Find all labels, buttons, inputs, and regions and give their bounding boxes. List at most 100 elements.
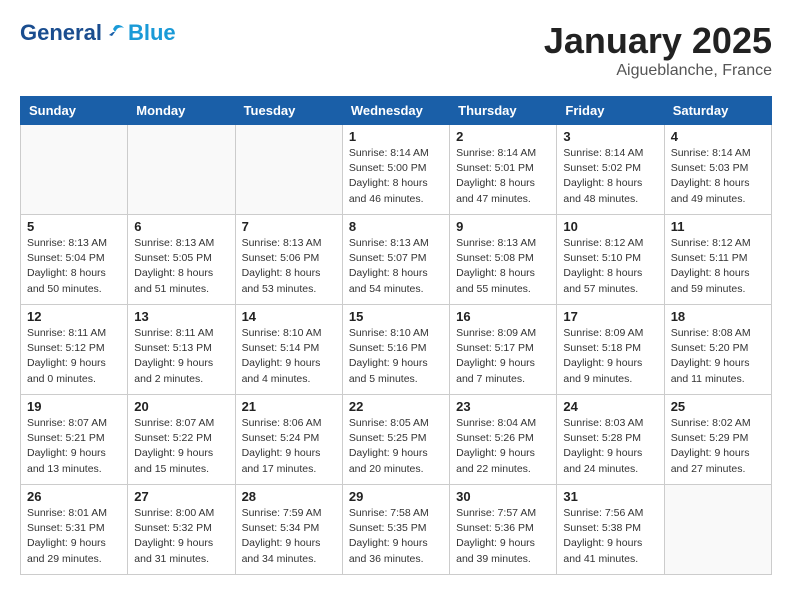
calendar-day-cell: 1 Sunrise: 8:14 AM Sunset: 5:00 PM Daylig… bbox=[342, 125, 449, 215]
logo-general: General bbox=[20, 20, 102, 46]
day-number: 20 bbox=[134, 399, 228, 414]
day-number: 29 bbox=[349, 489, 443, 504]
weekday-header: Friday bbox=[557, 97, 664, 125]
calendar-day-cell: 24 Sunrise: 8:03 AM Sunset: 5:28 PM Dayli… bbox=[557, 395, 664, 485]
calendar-day-cell: 7 Sunrise: 8:13 AM Sunset: 5:06 PM Daylig… bbox=[235, 215, 342, 305]
page-header: General Blue January 2025 Aigueblanche, … bbox=[20, 20, 772, 80]
calendar-day-cell: 26 Sunrise: 8:01 AM Sunset: 5:31 PM Dayli… bbox=[21, 485, 128, 575]
calendar-day-cell: 13 Sunrise: 8:11 AM Sunset: 5:13 PM Dayli… bbox=[128, 305, 235, 395]
calendar-day-cell: 15Sunrise: 8:10 AM Sunset: 5:16 PM Dayli… bbox=[342, 305, 449, 395]
day-info: Sunrise: 8:05 AM Sunset: 5:25 PM Dayligh… bbox=[349, 416, 443, 477]
day-number: 1 bbox=[349, 129, 443, 144]
calendar-day-cell: 30 Sunrise: 7:57 AM Sunset: 5:36 PM Dayli… bbox=[450, 485, 557, 575]
calendar-header-row: SundayMondayTuesdayWednesdayThursdayFrid… bbox=[21, 97, 772, 125]
weekday-header: Thursday bbox=[450, 97, 557, 125]
calendar-day-cell: 17Sunrise: 8:09 AM Sunset: 5:18 PM Dayli… bbox=[557, 305, 664, 395]
calendar-day-cell bbox=[235, 125, 342, 215]
calendar-week-row: 19Sunrise: 8:07 AM Sunset: 5:21 PM Dayli… bbox=[21, 395, 772, 485]
calendar-day-cell: 3Sunrise: 8:14 AM Sunset: 5:02 PM Daylig… bbox=[557, 125, 664, 215]
weekday-header: Monday bbox=[128, 97, 235, 125]
day-number: 18 bbox=[671, 309, 765, 324]
day-info: Sunrise: 8:04 AM Sunset: 5:26 PM Dayligh… bbox=[456, 416, 550, 477]
day-info: Sunrise: 8:12 AM Sunset: 5:10 PM Dayligh… bbox=[563, 236, 657, 297]
calendar-day-cell: 19Sunrise: 8:07 AM Sunset: 5:21 PM Dayli… bbox=[21, 395, 128, 485]
day-info: Sunrise: 8:10 AM Sunset: 5:16 PM Dayligh… bbox=[349, 326, 443, 387]
calendar-table: SundayMondayTuesdayWednesdayThursdayFrid… bbox=[20, 96, 772, 575]
day-info: Sunrise: 8:12 AM Sunset: 5:11 PM Dayligh… bbox=[671, 236, 765, 297]
day-info: Sunrise: 8:00 AM Sunset: 5:32 PM Dayligh… bbox=[134, 506, 228, 567]
day-info: Sunrise: 8:09 AM Sunset: 5:17 PM Dayligh… bbox=[456, 326, 550, 387]
day-info: Sunrise: 8:09 AM Sunset: 5:18 PM Dayligh… bbox=[563, 326, 657, 387]
day-number: 11 bbox=[671, 219, 765, 234]
day-number: 25 bbox=[671, 399, 765, 414]
month-title: January 2025 bbox=[544, 20, 772, 62]
day-info: Sunrise: 8:14 AM Sunset: 5:01 PM Dayligh… bbox=[456, 146, 550, 207]
day-number: 8 bbox=[349, 219, 443, 234]
day-number: 2 bbox=[456, 129, 550, 144]
calendar-day-cell: 5Sunrise: 8:13 AM Sunset: 5:04 PM Daylig… bbox=[21, 215, 128, 305]
day-number: 22 bbox=[349, 399, 443, 414]
day-number: 24 bbox=[563, 399, 657, 414]
location-title: Aigueblanche, France bbox=[544, 62, 772, 80]
calendar-day-cell: 22 Sunrise: 8:05 AM Sunset: 5:25 PM Dayli… bbox=[342, 395, 449, 485]
day-info: Sunrise: 8:06 AM Sunset: 5:24 PM Dayligh… bbox=[242, 416, 336, 477]
calendar-day-cell: 8Sunrise: 8:13 AM Sunset: 5:07 PM Daylig… bbox=[342, 215, 449, 305]
calendar-day-cell: 31Sunrise: 7:56 AM Sunset: 5:38 PM Dayli… bbox=[557, 485, 664, 575]
day-number: 7 bbox=[242, 219, 336, 234]
calendar-day-cell: 14 Sunrise: 8:10 AM Sunset: 5:14 PM Dayli… bbox=[235, 305, 342, 395]
calendar-day-cell: 28 Sunrise: 7:59 AM Sunset: 5:34 PM Dayli… bbox=[235, 485, 342, 575]
calendar-day-cell bbox=[664, 485, 771, 575]
day-number: 26 bbox=[27, 489, 121, 504]
day-info: Sunrise: 8:11 AM Sunset: 5:12 PM Dayligh… bbox=[27, 326, 121, 387]
day-info: Sunrise: 8:13 AM Sunset: 5:05 PM Dayligh… bbox=[134, 236, 228, 297]
day-number: 21 bbox=[242, 399, 336, 414]
day-info: Sunrise: 8:02 AM Sunset: 5:29 PM Dayligh… bbox=[671, 416, 765, 477]
calendar-day-cell: 20 Sunrise: 8:07 AM Sunset: 5:22 PM Dayli… bbox=[128, 395, 235, 485]
calendar-day-cell: 18 Sunrise: 8:08 AM Sunset: 5:20 PM Dayli… bbox=[664, 305, 771, 395]
day-number: 27 bbox=[134, 489, 228, 504]
calendar-day-cell: 10 Sunrise: 8:12 AM Sunset: 5:10 PM Dayli… bbox=[557, 215, 664, 305]
day-info: Sunrise: 8:11 AM Sunset: 5:13 PM Dayligh… bbox=[134, 326, 228, 387]
calendar-day-cell bbox=[128, 125, 235, 215]
day-number: 28 bbox=[242, 489, 336, 504]
day-number: 3 bbox=[563, 129, 657, 144]
day-number: 30 bbox=[456, 489, 550, 504]
day-info: Sunrise: 8:13 AM Sunset: 5:06 PM Dayligh… bbox=[242, 236, 336, 297]
day-number: 4 bbox=[671, 129, 765, 144]
calendar-day-cell: 23Sunrise: 8:04 AM Sunset: 5:26 PM Dayli… bbox=[450, 395, 557, 485]
day-number: 13 bbox=[134, 309, 228, 324]
weekday-header: Wednesday bbox=[342, 97, 449, 125]
calendar-week-row: 1 Sunrise: 8:14 AM Sunset: 5:00 PM Daylig… bbox=[21, 125, 772, 215]
day-number: 9 bbox=[456, 219, 550, 234]
day-info: Sunrise: 8:07 AM Sunset: 5:22 PM Dayligh… bbox=[134, 416, 228, 477]
day-info: Sunrise: 8:01 AM Sunset: 5:31 PM Dayligh… bbox=[27, 506, 121, 567]
day-info: Sunrise: 8:14 AM Sunset: 5:00 PM Dayligh… bbox=[349, 146, 443, 207]
day-info: Sunrise: 8:13 AM Sunset: 5:04 PM Dayligh… bbox=[27, 236, 121, 297]
calendar-day-cell: 29Sunrise: 7:58 AM Sunset: 5:35 PM Dayli… bbox=[342, 485, 449, 575]
day-info: Sunrise: 8:03 AM Sunset: 5:28 PM Dayligh… bbox=[563, 416, 657, 477]
day-info: Sunrise: 7:59 AM Sunset: 5:34 PM Dayligh… bbox=[242, 506, 336, 567]
calendar-day-cell bbox=[21, 125, 128, 215]
logo-blue: Blue bbox=[128, 20, 176, 46]
day-number: 14 bbox=[242, 309, 336, 324]
day-info: Sunrise: 8:08 AM Sunset: 5:20 PM Dayligh… bbox=[671, 326, 765, 387]
day-info: Sunrise: 8:07 AM Sunset: 5:21 PM Dayligh… bbox=[27, 416, 121, 477]
day-info: Sunrise: 8:14 AM Sunset: 5:03 PM Dayligh… bbox=[671, 146, 765, 207]
calendar-day-cell: 12 Sunrise: 8:11 AM Sunset: 5:12 PM Dayli… bbox=[21, 305, 128, 395]
calendar-day-cell: 25 Sunrise: 8:02 AM Sunset: 5:29 PM Dayli… bbox=[664, 395, 771, 485]
logo-text: General Blue bbox=[20, 20, 176, 46]
title-block: January 2025 Aigueblanche, France bbox=[544, 20, 772, 80]
logo: General Blue bbox=[20, 20, 176, 46]
day-info: Sunrise: 7:56 AM Sunset: 5:38 PM Dayligh… bbox=[563, 506, 657, 567]
calendar-week-row: 12 Sunrise: 8:11 AM Sunset: 5:12 PM Dayli… bbox=[21, 305, 772, 395]
day-info: Sunrise: 8:13 AM Sunset: 5:08 PM Dayligh… bbox=[456, 236, 550, 297]
weekday-header: Saturday bbox=[664, 97, 771, 125]
day-info: Sunrise: 7:57 AM Sunset: 5:36 PM Dayligh… bbox=[456, 506, 550, 567]
day-number: 10 bbox=[563, 219, 657, 234]
weekday-header: Tuesday bbox=[235, 97, 342, 125]
day-info: Sunrise: 8:10 AM Sunset: 5:14 PM Dayligh… bbox=[242, 326, 336, 387]
day-number: 12 bbox=[27, 309, 121, 324]
calendar-day-cell: 11 Sunrise: 8:12 AM Sunset: 5:11 PM Dayli… bbox=[664, 215, 771, 305]
weekday-header: Sunday bbox=[21, 97, 128, 125]
calendar-day-cell: 9 Sunrise: 8:13 AM Sunset: 5:08 PM Daylig… bbox=[450, 215, 557, 305]
